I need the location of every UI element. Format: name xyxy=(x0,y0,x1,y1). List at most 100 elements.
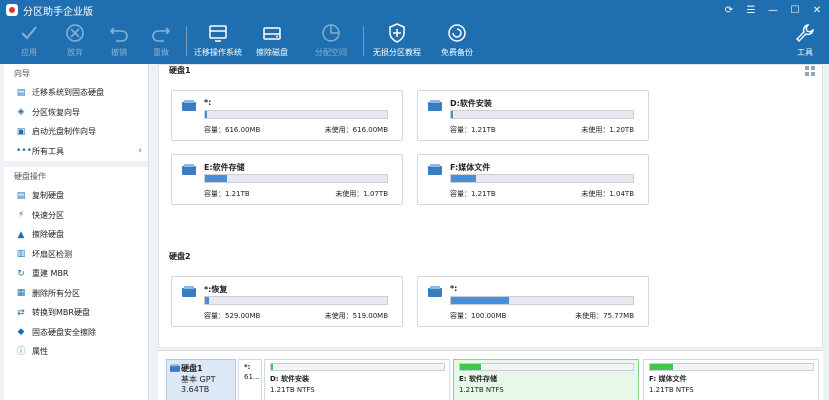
migrate-icon: ▤ xyxy=(16,87,26,98)
free-backup-button[interactable]: 免费备份 xyxy=(430,22,484,62)
disk-map-partition[interactable]: *: 61... xyxy=(238,359,262,400)
disk-map-partition-info: 1.21TB NTFS xyxy=(649,386,694,394)
partition-card[interactable]: E:软件存储 容量：1.21TB 未使用：1.07TB xyxy=(171,154,403,205)
disk-map-bar-fill xyxy=(650,364,673,370)
disk-map-name: 硬盘1 xyxy=(181,364,203,373)
sidebar-item-label: 重建 MBR xyxy=(32,269,69,279)
partition-name: *:恢复 xyxy=(204,285,228,294)
sidebar-item-rebuild-mbr[interactable]: ↻ 重建 MBR xyxy=(4,264,148,284)
disk-map-partition-selected[interactable]: E: 软件存储 1.21TB NTFS xyxy=(453,359,639,400)
toolbar-separator xyxy=(363,26,364,56)
disk-icon xyxy=(428,164,442,175)
usage-bar-fill xyxy=(451,297,510,304)
usage-bar-fill xyxy=(451,111,453,118)
sidebar-item-convert-mbr[interactable]: ⇄ 转换到MBR硬盘 xyxy=(4,303,148,323)
maximize-icon[interactable]: ☐ xyxy=(787,2,803,18)
disk-map-partition-name: *: xyxy=(244,363,251,371)
disk-map-partition-info: 1.21TB NTFS xyxy=(270,386,315,394)
sidebar-item-label: 复制硬盘 xyxy=(32,191,64,201)
migrate-os-button[interactable]: 迁移操作系统 xyxy=(190,22,246,62)
sidebar-item-label: 擦除硬盘 xyxy=(32,230,64,240)
sidebar-item-properties[interactable]: ⓘ 属性 xyxy=(4,342,148,362)
sidebar-item-ssd-erase[interactable]: ◆ 固态硬盘安全擦除 xyxy=(4,323,148,343)
minimize-icon[interactable]: — xyxy=(765,2,781,18)
partition-capacity: 容量：1.21TB xyxy=(204,190,250,198)
view-toggle-icon[interactable] xyxy=(804,65,816,77)
sidebar-item-delete-all[interactable]: ▦ 删除所有分区 xyxy=(4,284,148,304)
disk-map-disk[interactable]: 硬盘1 基本 GPT 3.64TB xyxy=(166,359,236,400)
undo-icon xyxy=(109,27,128,42)
chevron-right-icon: › xyxy=(138,146,142,157)
sidebar-item-label: 删除所有分区 xyxy=(32,288,80,298)
recover-icon: ◈ xyxy=(17,107,25,118)
menu-icon[interactable]: ☰ xyxy=(743,2,759,18)
partition-card[interactable]: *: 容量：616.00MB 未使用：616.00MB xyxy=(171,90,403,141)
allocate-space-label: 分配空间 xyxy=(315,48,347,57)
top-bar: 分区助手企业版 ⟳ ☰ — ☐ ✕ 应用 放弃 撤销 重做 迁移操作系统 擦除磁… xyxy=(0,0,829,64)
partition-capacity: 容量：1.21TB xyxy=(450,126,496,134)
disk-map: 硬盘1 基本 GPT 3.64TB *: 61... D: 软件安装 1.21T… xyxy=(158,350,823,400)
sidebar-item-migrate-ssd[interactable]: ▤ 迁移系统到固态硬盘 xyxy=(4,83,148,103)
disk-map-size: 3.64TB xyxy=(181,385,210,394)
redo-button[interactable]: 重做 xyxy=(134,22,188,62)
partition-card[interactable]: D:软件安装 容量：1.21TB 未使用：1.20TB xyxy=(417,90,649,141)
toolbar-separator xyxy=(186,26,187,56)
sidebar-item-bad-sector[interactable]: ▥ 坏扇区检测 xyxy=(4,245,148,265)
discard-icon xyxy=(66,24,84,42)
sidebar-item-boot-disk[interactable]: ▣ 启动光盘制作向导 xyxy=(4,122,148,142)
partition-card[interactable]: F:媒体文件 容量：1.21TB 未使用：1.04TB xyxy=(417,154,649,205)
sidebar-item-label: 分区恢复向导 xyxy=(32,107,80,117)
close-icon[interactable]: ✕ xyxy=(809,2,825,18)
toolbar: 应用 放弃 撤销 重做 迁移操作系统 擦除磁盘 分配空间 无损分区教程 免费备份… xyxy=(0,20,829,64)
disk-map-partition-name: D: 软件安装 xyxy=(270,375,310,383)
usage-bar xyxy=(204,174,388,183)
partition-card[interactable]: *:恢复 容量：529.00MB 未使用：519.00MB xyxy=(171,276,403,327)
disk-map-partition[interactable]: F: 媒体文件 1.21TB NTFS xyxy=(643,359,819,400)
sector-check-icon: ▥ xyxy=(16,249,26,260)
usage-bar xyxy=(450,174,634,183)
tools-button[interactable]: 工具 xyxy=(782,22,828,62)
partition-free: 未使用：519.00MB xyxy=(324,312,388,320)
partition-view: 硬盘1 *: 容量：616.00MB 未使用：616.00MB D:软件安装 容… xyxy=(158,64,823,348)
discard-label: 放弃 xyxy=(67,48,83,57)
partition-capacity: 容量：616.00MB xyxy=(204,126,261,134)
redo-label: 重做 xyxy=(153,48,169,57)
wizard-section-title: 向导 xyxy=(14,69,30,78)
partition-name: *: xyxy=(204,98,212,107)
app-logo-icon xyxy=(6,4,18,16)
lossless-partition-button[interactable]: 无损分区教程 xyxy=(370,22,424,62)
partition-capacity: 容量：1.21TB xyxy=(450,190,496,198)
redo-icon xyxy=(152,27,171,42)
sidebar-item-wipe-disk[interactable]: ▲ 擦除硬盘 xyxy=(4,225,148,245)
usage-bar-fill xyxy=(205,111,207,118)
wipe-disk-button[interactable]: 擦除磁盘 xyxy=(245,22,299,62)
sidebar-item-copy-disk[interactable]: ▤ 复制硬盘 xyxy=(4,186,148,206)
disk-map-partition[interactable]: D: 软件安装 1.21TB NTFS xyxy=(264,359,450,400)
disk-map-bar xyxy=(459,363,634,371)
partition-free: 未使用：616.00MB xyxy=(324,126,388,134)
eraser-icon: ▲ xyxy=(17,229,25,240)
wipe-disk-label: 擦除磁盘 xyxy=(256,48,288,57)
convert-icon: ⇄ xyxy=(17,307,25,318)
partition-free: 未使用：1.20TB xyxy=(581,126,634,134)
rebuild-mbr-icon: ↻ xyxy=(17,268,25,279)
sidebar-item-quick-partition[interactable]: ⚡ 快速分区 xyxy=(4,206,148,226)
disk-map-partition-info: 1.21TB NTFS xyxy=(459,386,504,394)
window-controls: ⟳ ☰ — ☐ ✕ xyxy=(721,2,825,18)
disk-icon xyxy=(182,100,196,111)
disk-map-partition-name: E: 软件存储 xyxy=(459,375,498,383)
usage-bar xyxy=(204,296,388,305)
title-bar: 分区助手企业版 xyxy=(0,0,829,20)
sidebar-item-label: 属性 xyxy=(32,347,48,357)
backup-icon xyxy=(448,24,466,42)
partition-free: 未使用：1.04TB xyxy=(581,190,634,198)
lossless-partition-label: 无损分区教程 xyxy=(373,48,421,57)
sidebar-item-all-tools[interactable]: ••• 所有工具 › xyxy=(4,142,148,162)
partition-card[interactable]: *: 容量：100.00MB 未使用：75.77MB xyxy=(417,276,649,327)
partition-name: F:媒体文件 xyxy=(450,163,491,172)
more-icon: ••• xyxy=(16,146,32,157)
sidebar: 向导 ▤ 迁移系统到固态硬盘 ◈ 分区恢复向导 ▣ 启动光盘制作向导 ••• 所… xyxy=(4,64,149,400)
allocate-space-button[interactable]: 分配空间 xyxy=(304,22,358,62)
refresh-icon[interactable]: ⟳ xyxy=(721,2,737,18)
sidebar-item-partition-recovery[interactable]: ◈ 分区恢复向导 xyxy=(4,103,148,123)
